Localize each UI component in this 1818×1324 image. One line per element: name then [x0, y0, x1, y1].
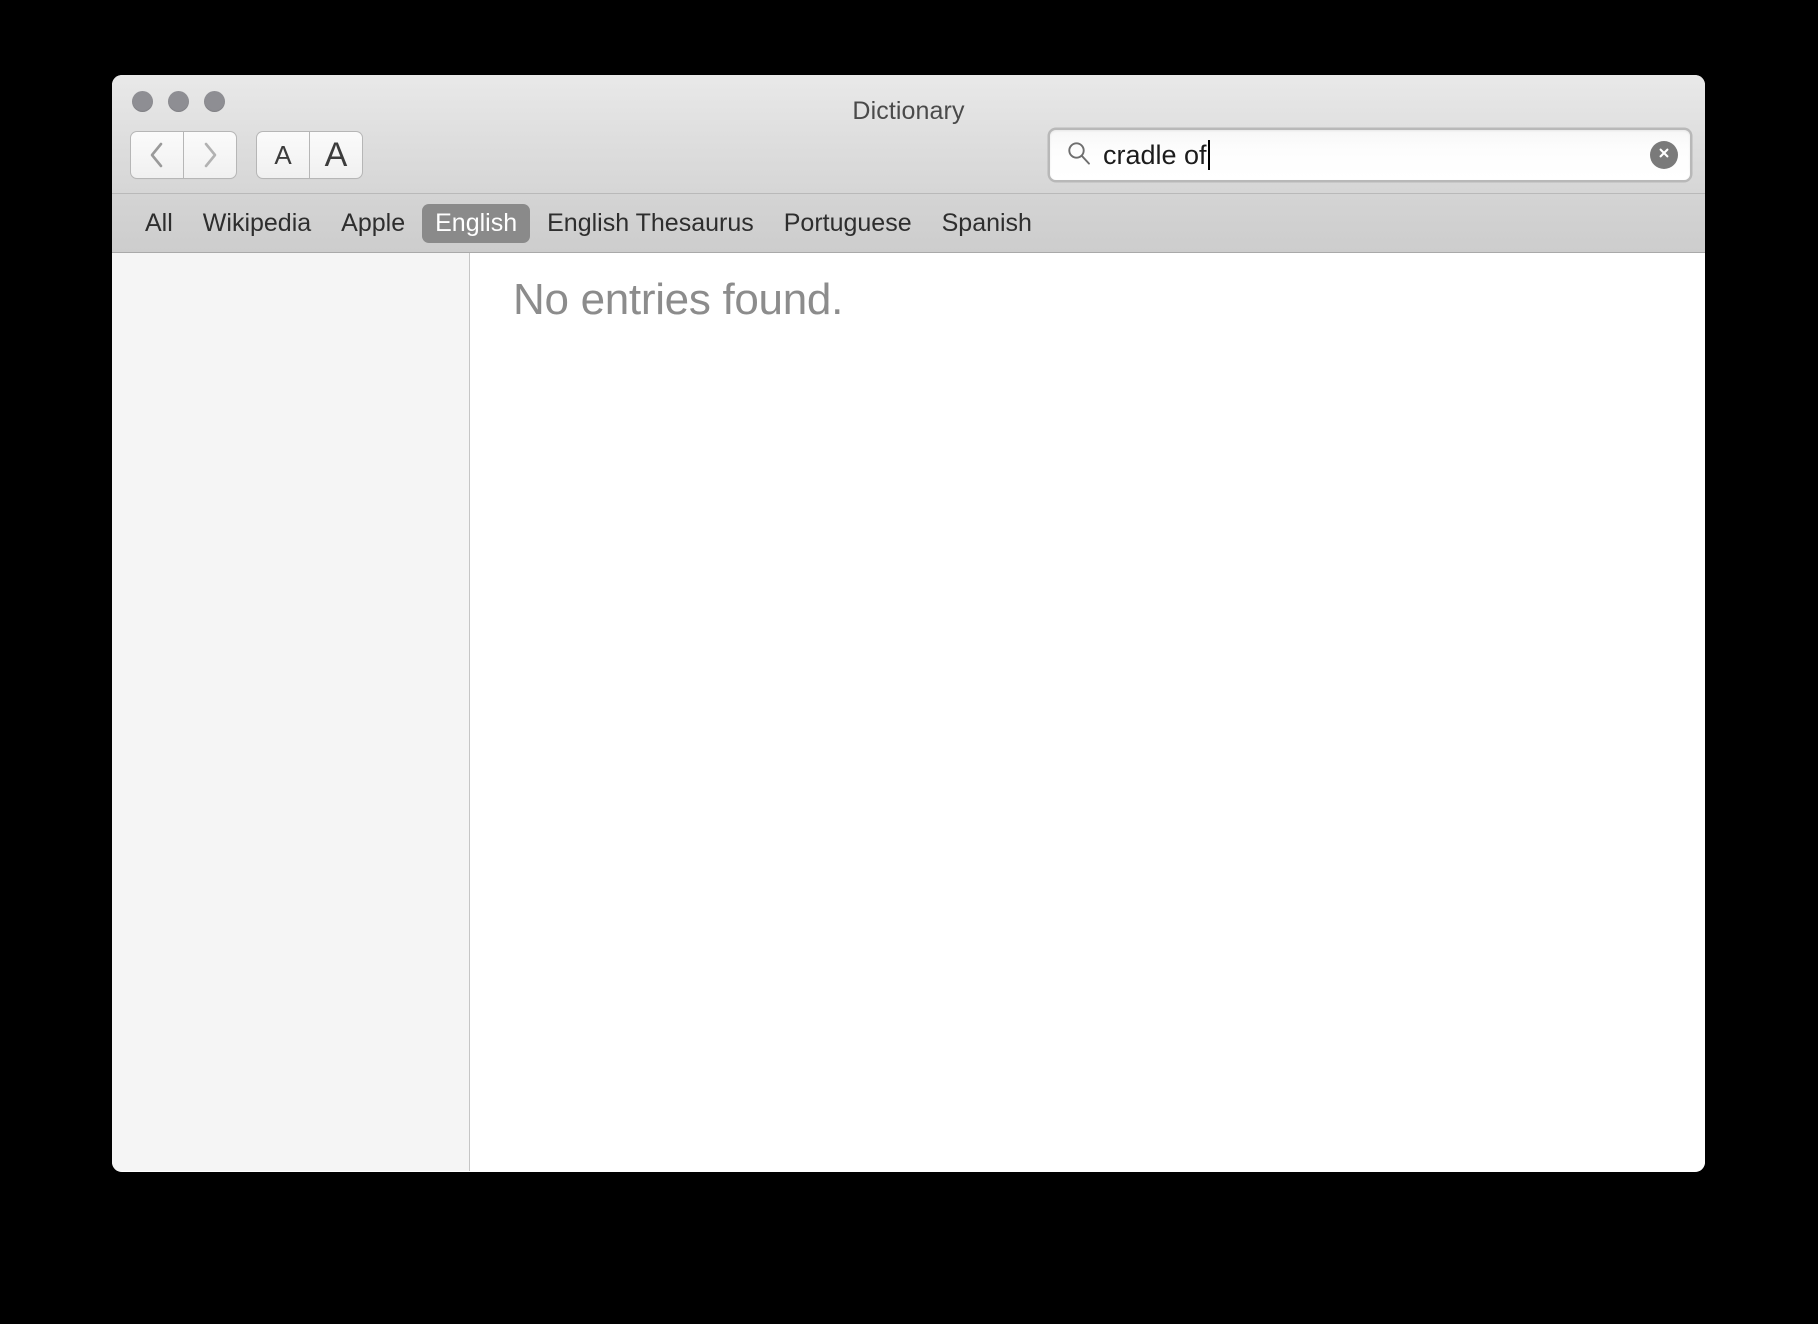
search-input-value-wrapper[interactable]: cradle of: [1103, 140, 1650, 171]
clear-search-button[interactable]: [1650, 141, 1678, 169]
tab-english-thesaurus[interactable]: English Thesaurus: [534, 204, 767, 243]
window-body: No entries found.: [112, 253, 1705, 1171]
font-size-segmented-control: A A: [257, 132, 362, 178]
forward-button[interactable]: [184, 132, 236, 178]
search-field[interactable]: cradle of: [1050, 130, 1690, 180]
navigation-segmented-control: [131, 132, 236, 178]
window-titlebar: Dictionary A A cradle of: [112, 75, 1705, 194]
search-input[interactable]: cradle of: [1103, 140, 1207, 171]
tab-portuguese[interactable]: Portuguese: [771, 204, 925, 243]
no-entries-message: No entries found.: [513, 275, 843, 324]
dictionary-source-tabbar: All Wikipedia Apple English English Thes…: [112, 194, 1705, 253]
chevron-left-icon: [147, 140, 167, 170]
dictionary-window: Dictionary A A cradle of All Wikipedia A…: [112, 75, 1705, 1172]
tab-apple[interactable]: Apple: [328, 204, 418, 243]
close-icon: [1656, 145, 1672, 166]
tab-wikipedia[interactable]: Wikipedia: [190, 204, 324, 243]
font-smaller-label: A: [274, 140, 292, 170]
tab-all[interactable]: All: [132, 204, 186, 243]
chevron-right-icon: [200, 140, 220, 170]
search-icon: [1066, 140, 1092, 171]
tab-english[interactable]: English: [422, 203, 531, 243]
font-larger-label: A: [324, 136, 348, 174]
toolbar-left-group: A A: [131, 132, 362, 178]
back-button[interactable]: [131, 132, 183, 178]
decrease-font-size-button[interactable]: A: [257, 132, 309, 178]
text-caret: [1207, 140, 1210, 170]
definition-content-pane: No entries found.: [470, 253, 1705, 1171]
desktop-background: Dictionary A A cradle of All Wikipedia A…: [0, 0, 1818, 1324]
window-title: Dictionary: [852, 97, 965, 125]
increase-font-size-button[interactable]: A: [310, 132, 362, 178]
tab-spanish[interactable]: Spanish: [929, 204, 1045, 243]
results-sidebar[interactable]: [112, 253, 470, 1171]
